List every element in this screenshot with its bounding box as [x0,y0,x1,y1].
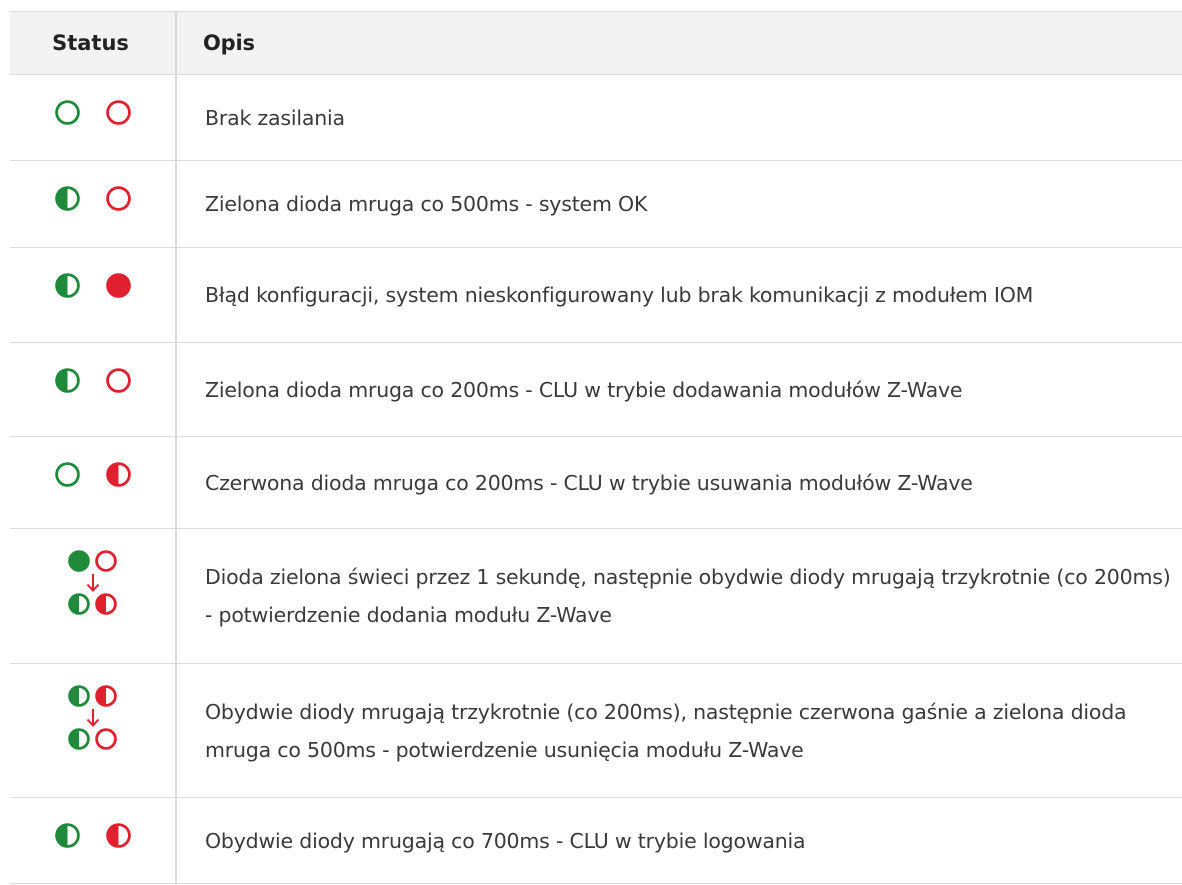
red-led-blink-icon [105,823,131,848]
led-status-table: Status Opis Brak zasilania Zielona dioda … [10,11,1182,884]
led-sequence [68,550,117,615]
description-cell: Brak zasilania [205,105,345,130]
description-cell: Błąd konfiguracji, system nieskonfigurow… [205,283,1034,307]
description-cell: Zielona dioda mruga co 200ms - CLU w try… [205,377,963,402]
green-led-blink-icon [68,593,90,615]
red-led-off-icon [105,368,131,393]
table-row: Obydwie diody mrugają co 700ms - CLU w t… [10,798,1182,884]
table-row: Czerwona dioda mruga co 200ms - CLU w tr… [10,437,1182,529]
led-pair [68,593,117,615]
led-pair [68,685,117,707]
green-led-blink-icon [54,186,80,211]
green-led-off-icon [54,100,80,125]
status-cell [10,248,177,342]
green-led-on-icon [68,550,90,572]
green-led-blink-icon [54,273,80,298]
description-cell: Obydwie diody mrugają trzykrotnie (co 20… [205,699,1127,762]
table-row: Zielona dioda mruga co 200ms - CLU w try… [10,343,1182,437]
status-cell [10,664,177,797]
led-pair [54,823,131,848]
led-pair [54,186,131,211]
description-cell: Czerwona dioda mruga co 200ms - CLU w tr… [205,470,973,495]
table-row: Zielona dioda mruga co 500ms - system OK [10,161,1182,248]
led-pair [54,273,131,298]
description-cell: Dioda zielona świeci przez 1 sekundę, na… [205,565,1171,627]
arrow-down-icon [86,707,100,729]
table-row: Obydwie diody mrugają trzykrotnie (co 20… [10,664,1182,798]
description-cell: Obydwie diody mrugają co 700ms - CLU w t… [205,828,806,853]
table-row: Błąd konfiguracji, system nieskonfigurow… [10,248,1182,343]
status-cell [10,529,177,663]
status-column-header: Status [10,12,177,74]
status-cell [10,437,177,528]
red-led-off-icon [95,550,117,572]
green-led-off-icon [54,462,80,487]
description-cell: Zielona dioda mruga co 500ms - system OK [205,192,648,216]
led-sequence [68,685,117,750]
table-row: Brak zasilania [10,75,1182,161]
red-led-off-icon [105,100,131,125]
red-led-off-icon [105,186,131,211]
green-led-blink-icon [68,685,90,707]
status-cell [10,161,177,247]
status-cell [10,75,177,160]
red-led-blink-icon [95,685,117,707]
status-cell [10,798,177,883]
red-led-on-icon [105,273,131,298]
table-header-row: Status Opis [10,12,1182,75]
red-led-blink-icon [95,593,117,615]
green-led-blink-icon [68,728,90,750]
red-led-off-icon [95,728,117,750]
green-led-blink-icon [54,823,80,848]
arrow-down-icon [86,572,100,594]
green-led-blink-icon [54,368,80,393]
led-pair [68,728,117,750]
led-pair [54,368,131,393]
table-row: Dioda zielona świeci przez 1 sekundę, na… [10,529,1182,664]
red-led-blink-icon [105,462,131,487]
led-pair [54,100,131,125]
status-cell [10,343,177,436]
led-pair [68,550,117,572]
led-pair [54,462,131,487]
description-column-header: Opis [203,31,255,55]
